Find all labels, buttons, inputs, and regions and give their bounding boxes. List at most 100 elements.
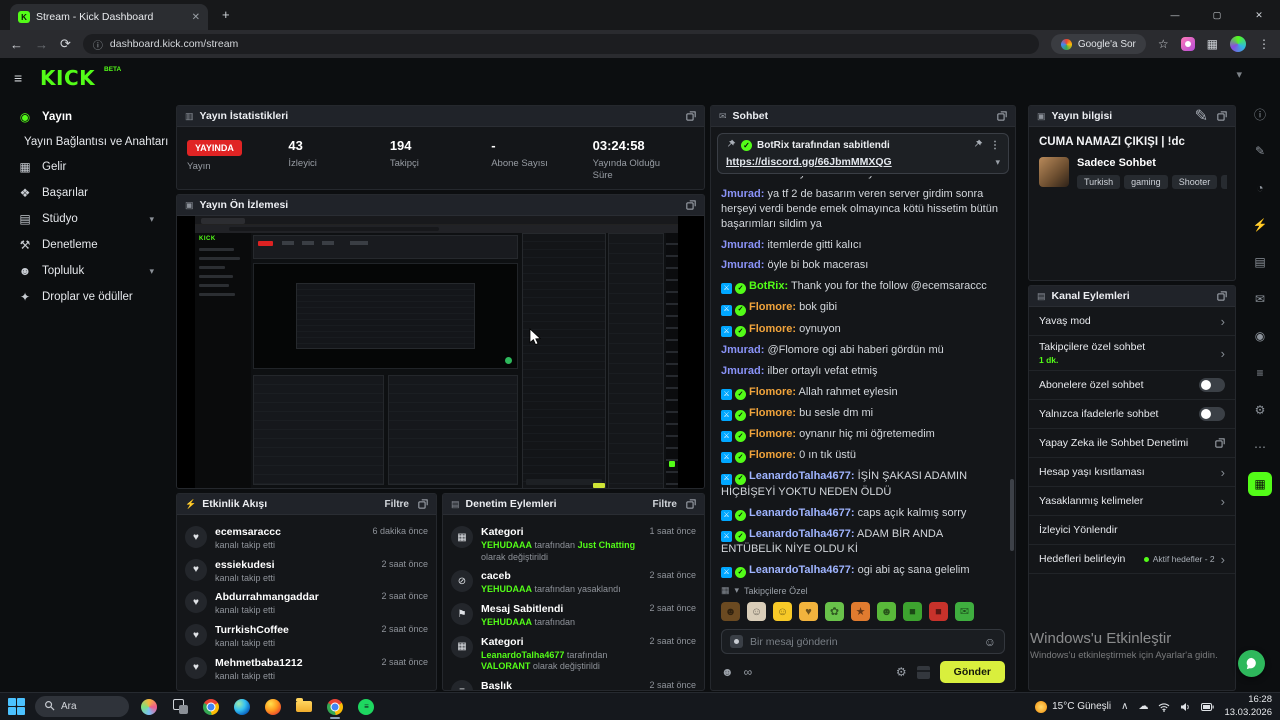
toggle-switch[interactable] [1199, 378, 1225, 392]
taskbar-app-taskview[interactable] [169, 695, 191, 719]
chat-username[interactable]: Jmurad: [721, 259, 764, 271]
external-link-icon[interactable] [1215, 438, 1225, 448]
emoji-picker-icon[interactable]: ☺ [984, 635, 996, 649]
activity-row[interactable]: ♥ Mehmetbaba1212 kanalı takip etti 2 saat ö… [185, 656, 428, 683]
tab-close-icon[interactable]: ✕ [192, 12, 200, 23]
channel-action-banned-words[interactable]: Yasaklanmış kelimeler › [1029, 487, 1235, 516]
hamburger-menu-icon[interactable]: ≡ [14, 70, 22, 86]
emote-8[interactable]: ■ [903, 602, 922, 621]
chat-username[interactable]: Flomore: [749, 407, 796, 419]
moderation-row[interactable]: ⚑ Mesaj Sabitlendi YEHUDAAA tarafından 2 sa… [451, 603, 696, 629]
edit-icon[interactable]: ✎ [1195, 106, 1208, 126]
browser-tab[interactable]: K Stream - Kick Dashboard ✕ [10, 4, 208, 30]
chat-username[interactable]: Flomore: [749, 428, 796, 440]
activity-filter-button[interactable]: Filtre [385, 499, 409, 510]
back-icon[interactable]: ← [10, 37, 23, 52]
pinned-message[interactable]: ✓ BotRix tarafından sabitlendi ⋮ https:/… [717, 133, 1009, 174]
sidebar-item-droplar[interactable]: ✦ Droplar ve ödüller [0, 284, 172, 310]
chat-username[interactable]: Jmurad: [721, 188, 764, 200]
emote-7[interactable]: ☻ [877, 602, 896, 621]
expand-icon[interactable] [686, 200, 696, 210]
list-icon[interactable]: ≡ [1248, 361, 1272, 385]
tray-chevron-icon[interactable]: ∧ [1121, 701, 1128, 712]
chat-messages[interactable]: hesolaynn: ilber ortaylı olmus☺Jmurad: k… [711, 176, 1015, 582]
apps-icon[interactable]: ▦ [1248, 472, 1272, 496]
taskbar-app-chrome[interactable] [200, 695, 222, 719]
bookmark-star-icon[interactable]: ☆ [1158, 37, 1169, 51]
tag-gaming[interactable]: gaming [1124, 175, 1168, 189]
history-icon[interactable]: ◔ [1248, 176, 1272, 200]
expand-icon[interactable] [1217, 291, 1227, 301]
taskbar-clock[interactable]: 16:28 13.03.2026 [1224, 694, 1272, 719]
emote-5[interactable]: ✿ [825, 602, 844, 621]
sidebar-item-yayin[interactable]: ◉ Yayın [0, 104, 172, 130]
channel-action-followers-only[interactable]: Takipçilere özel sohbet 1 dk. › [1029, 336, 1235, 371]
moderation-row[interactable]: ▦ Kategori LeanardoTalha4677 tarafından VA… [451, 635, 696, 673]
refresh-icon[interactable]: ⟳ [60, 36, 71, 52]
chat-username[interactable]: Flomore: [749, 386, 796, 398]
pinned-collapse-icon[interactable]: ▾ [995, 157, 1000, 168]
panels-icon[interactable]: ▤ [1248, 250, 1272, 274]
chat-message-input[interactable] [750, 635, 977, 648]
moderation-filter-button[interactable]: Filtre [653, 499, 677, 510]
viewers-icon[interactable]: ☻ [721, 665, 734, 679]
boost-icon[interactable]: ⚡ [1248, 213, 1272, 237]
taskbar-app-explorer[interactable] [293, 695, 315, 719]
ask-google-button[interactable]: Google'a Sor [1050, 34, 1146, 54]
tag-turkish[interactable]: Turkish [1077, 175, 1121, 189]
chat-username[interactable]: Flomore: [749, 323, 796, 335]
address-bar[interactable]: ⓘ dashboard.kick.com/stream [82, 34, 1039, 54]
expand-icon[interactable] [997, 111, 1007, 121]
moderation-row[interactable]: ⊘ caceb YEHUDAAA tarafından yasaklandı 2 sa… [451, 570, 696, 596]
identity-icon[interactable] [730, 635, 743, 648]
extension-icon[interactable] [1180, 37, 1195, 51]
activity-row[interactable]: ♥ essiekudesi kanalı takip etti 2 saat önce [185, 558, 428, 585]
chat-username[interactable]: Jmurad: [721, 344, 764, 356]
window-close-button[interactable]: ✕ [1238, 0, 1280, 30]
channel-action-emotes-only[interactable]: Yalnızca ifadelerle sohbet [1029, 400, 1235, 429]
infinity-icon[interactable]: ∞ [744, 665, 753, 679]
moderation-row[interactable]: ▦ Kategori YEHUDAAA tarafından Just Chatti… [451, 526, 696, 563]
emote-6[interactable]: ★ [851, 602, 870, 621]
wifi-icon[interactable] [1158, 702, 1170, 712]
sidebar-item-studyo[interactable]: ▤ Stüdyo ▾ [0, 206, 172, 232]
emote-9[interactable]: ■ [929, 602, 948, 621]
window-minimize-button[interactable]: — [1154, 0, 1196, 30]
activity-row[interactable]: ♥ TurrkishCoffee kanalı takip etti 2 saat ö… [185, 624, 428, 650]
emote-1[interactable]: ☻ [721, 602, 740, 621]
sidebar-item-topluluk[interactable]: ☻ Topluluk ▾ [0, 258, 172, 284]
expand-icon[interactable] [418, 499, 428, 509]
expand-icon[interactable] [686, 111, 696, 121]
battery-icon[interactable] [1201, 702, 1215, 711]
expand-icon[interactable] [686, 499, 696, 509]
pinned-link[interactable]: https://discord.gg/66JbmMMXQG [726, 156, 892, 168]
toggle-switch[interactable] [1199, 407, 1225, 421]
tools-icon[interactable]: ⚙ [1248, 398, 1272, 422]
header-collapse-icon[interactable]: ▾ [1236, 68, 1242, 81]
taskbar-app-chrome-active[interactable] [324, 695, 346, 719]
activity-row[interactable]: ♥ Abdurrahmangaddar kanalı takip etti 2 saa… [185, 591, 428, 617]
send-button[interactable]: Gönder [939, 661, 1005, 683]
channel-action-subs-only[interactable]: Abonelere özel sohbet [1029, 371, 1235, 400]
support-chat-button[interactable] [1238, 650, 1265, 677]
channel-action-ai-moderation[interactable]: Yapay Zeka ile Sohbet Denetimi [1029, 429, 1235, 458]
taskbar-weather[interactable]: 15°C Güneşli [1035, 700, 1111, 713]
tag-ti[interactable]: Ti [1221, 175, 1227, 189]
taskbar-search[interactable]: Ara [35, 696, 129, 717]
activity-row[interactable]: ♥ ecemsaraccc kanalı takip etti 6 dakika ön… [185, 526, 428, 552]
sidebar-item-yayin-baglantisi[interactable]: Yayın Bağlantısı ve Anahtarı [0, 130, 172, 154]
moderation-row[interactable]: ≡ Başlık 2 saat önce [451, 680, 696, 690]
messages-icon[interactable]: ✉ [1248, 287, 1272, 311]
category-name[interactable]: Sadece Sohbet [1077, 157, 1227, 169]
expand-icon[interactable] [1217, 111, 1227, 121]
chat-username[interactable]: LeanardoTalha4677: [749, 507, 855, 519]
chat-username[interactable]: Flomore: [749, 301, 796, 313]
channel-action-set-goals[interactable]: Hedefleri belirleyin Aktif hedefler - 2 › [1029, 545, 1235, 574]
new-tab-button[interactable]: + [222, 7, 230, 22]
edit-icon[interactable]: ✎ [1248, 139, 1272, 163]
broadcast-icon[interactable]: ◉ [1248, 324, 1272, 348]
chat-username[interactable]: Jmurad: [721, 176, 764, 179]
chat-username[interactable]: BotRix: [749, 280, 788, 292]
sidebar-item-denetleme[interactable]: ⚒ Denetleme [0, 232, 172, 258]
volume-icon[interactable] [1180, 702, 1191, 712]
